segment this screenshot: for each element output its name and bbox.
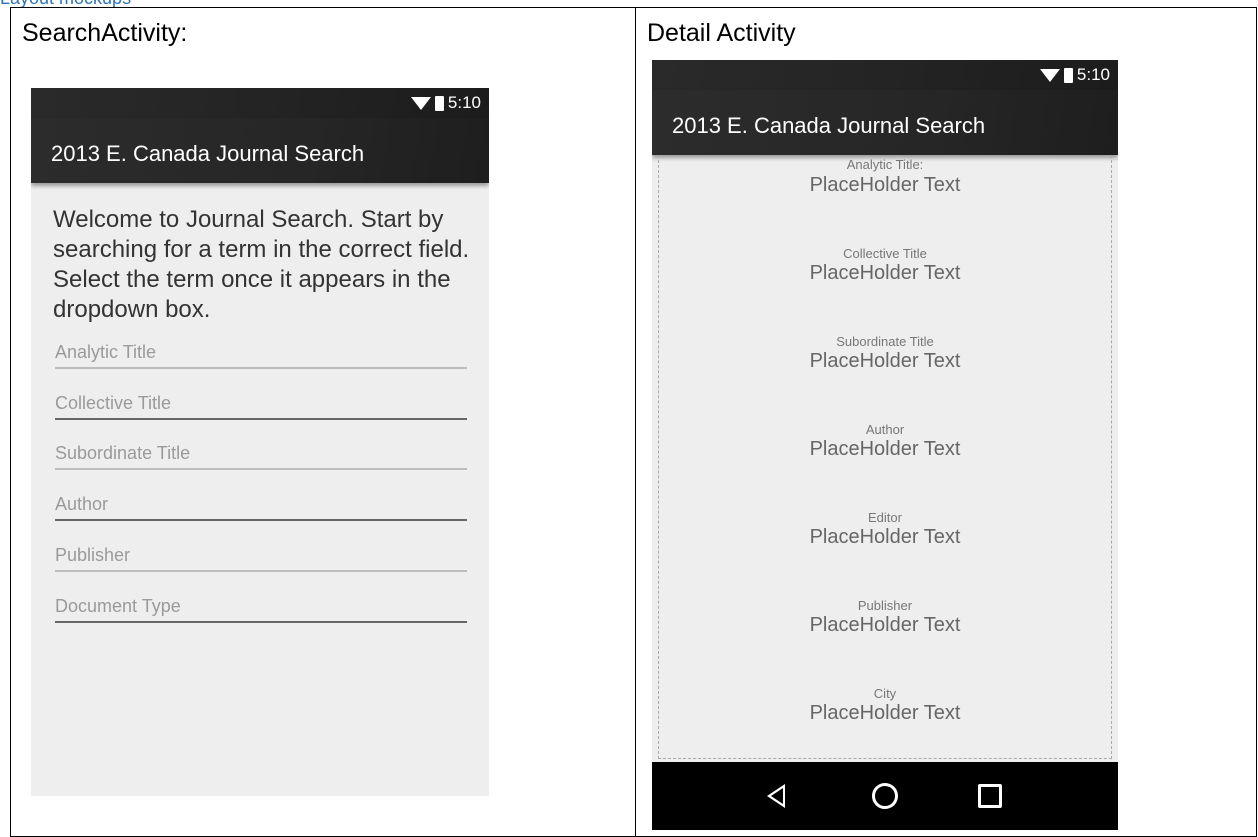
app-title: 2013 E. Canada Journal Search [51, 141, 365, 166]
publisher-label: Publisher [857, 598, 913, 613]
detail-activity-caption: Detail Activity [647, 19, 796, 47]
collective-title-label: Collective Title [843, 246, 927, 261]
recents-icon [978, 784, 1002, 808]
status-time: 5:10 [447, 93, 481, 112]
nav-bar [652, 762, 1118, 830]
status-bar: 5:10 [652, 60, 1118, 90]
subordinate-title-label: Subordinate Title [836, 334, 934, 349]
author-field[interactable] [55, 493, 467, 521]
editor-label: Editor [868, 510, 902, 525]
collective-title-value: PlaceHolder Text [809, 262, 961, 284]
battery-icon [1063, 67, 1073, 83]
search-activity-screen: 5:10 2013 E. Canada Journal Search Welco… [31, 88, 489, 796]
city-label: City [873, 686, 897, 701]
detail-content: Analytic Title: PlaceHolder Text Collect… [658, 155, 1112, 759]
subordinate-title-field[interactable] [55, 442, 467, 470]
publisher-value: PlaceHolder Text [809, 614, 961, 636]
analytic-title-label: Analytic Title: [846, 157, 924, 172]
city-value: PlaceHolder Text [809, 702, 961, 724]
author-label: Author [865, 422, 905, 437]
app-bar: 2013 E. Canada Journal Search [31, 118, 489, 183]
collective-title-field[interactable] [55, 392, 467, 420]
publisher-field[interactable] [55, 544, 467, 572]
detail-activity-cell: Detail Activity 5:10 2013 E. Canada Jour… [635, 7, 1257, 837]
layout-table: SearchActivity: 5:10 2013 E. Canada Jour… [10, 7, 1257, 837]
detail-activity-screen: 5:10 2013 E. Canada Journal Search Analy… [652, 60, 1118, 830]
author-value: PlaceHolder Text [809, 438, 961, 460]
document-type-field[interactable] [55, 595, 467, 623]
subordinate-title-value: PlaceHolder Text [809, 350, 961, 372]
search-activity-cell: SearchActivity: 5:10 2013 E. Canada Jour… [10, 7, 636, 837]
home-button[interactable] [867, 778, 903, 814]
home-icon [872, 783, 898, 809]
wifi-icon [1039, 68, 1060, 82]
editor-value: PlaceHolder Text [809, 526, 961, 548]
recents-button[interactable] [972, 778, 1008, 814]
search-activity-caption: SearchActivity: [22, 19, 188, 47]
status-time: 5:10 [1076, 65, 1110, 84]
app-bar: 2013 E. Canada Journal Search [652, 90, 1118, 155]
analytic-title-value: PlaceHolder Text [809, 174, 961, 196]
wifi-icon [410, 96, 431, 110]
status-bar: 5:10 [31, 88, 489, 118]
battery-icon [434, 95, 444, 111]
back-button[interactable] [758, 778, 794, 814]
analytic-title-field[interactable] [55, 341, 467, 369]
welcome-text: Welcome to Journal Search. Start by sear… [53, 206, 470, 323]
app-title: 2013 E. Canada Journal Search [672, 113, 986, 138]
back-icon [767, 784, 785, 808]
